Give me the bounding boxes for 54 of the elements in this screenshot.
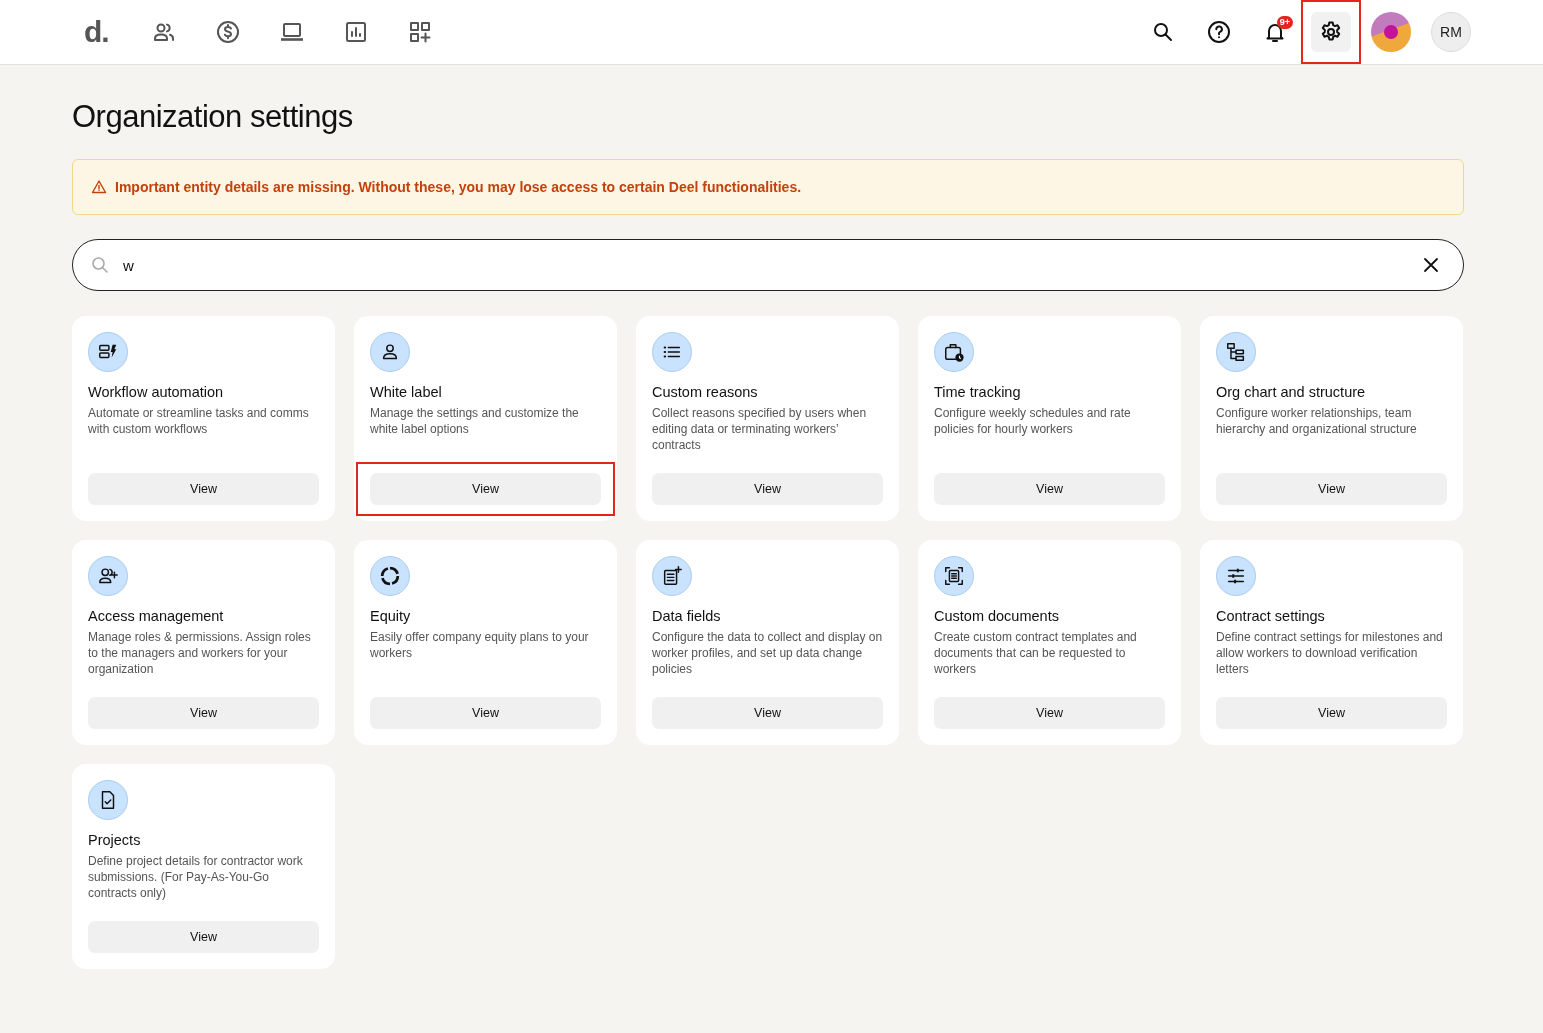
document-scan-icon bbox=[943, 565, 965, 587]
view-button[interactable]: View bbox=[1216, 473, 1447, 505]
ring-icon bbox=[379, 565, 401, 587]
page-title: Organization settings bbox=[72, 99, 354, 135]
view-button[interactable]: View bbox=[934, 697, 1165, 729]
company-logo[interactable] bbox=[1371, 12, 1411, 52]
deel-logo[interactable]: d. bbox=[84, 15, 112, 49]
card-title: White label bbox=[370, 384, 443, 400]
card-description: Automate or streamline tasks and comms with custom workflows bbox=[88, 405, 310, 438]
laptop-icon[interactable] bbox=[280, 20, 304, 44]
card-description: Define contract settings for milestones and allow workers to download verification letters bbox=[1216, 629, 1444, 677]
user-avatar[interactable]: RM bbox=[1431, 12, 1471, 52]
card-description: Manage roles & permissions. Assign roles to the managers and workers for your organization bbox=[88, 629, 312, 677]
apps-add-icon[interactable] bbox=[408, 20, 432, 44]
warning-message: Important entity details are missing. Without these, you may lose access to certain Deel functionalities. bbox=[115, 179, 802, 195]
card-description: Easily offer company equity plans to your workers bbox=[370, 629, 590, 662]
settings-button[interactable] bbox=[1311, 12, 1351, 52]
search-field[interactable]: w bbox=[72, 239, 1464, 291]
card-description: Configure the data to collect and display on worker profiles, and set up data change policies bbox=[652, 629, 883, 677]
view-button[interactable]: View bbox=[370, 473, 601, 505]
card-title: Access management bbox=[88, 608, 225, 624]
card-description: Collect reasons specified by users when editing data or terminating workers’ contracts bbox=[652, 405, 868, 453]
help-icon[interactable] bbox=[1207, 20, 1231, 44]
org-chart-icon bbox=[1225, 341, 1247, 363]
card-title: Projects bbox=[88, 832, 142, 848]
bar-chart-icon[interactable] bbox=[344, 20, 368, 44]
view-button[interactable]: View bbox=[88, 921, 319, 953]
view-button[interactable]: View bbox=[88, 697, 319, 729]
view-button[interactable]: View bbox=[88, 473, 319, 505]
document-add-icon bbox=[661, 565, 683, 587]
card-description: Manage the settings and customize the white label options bbox=[370, 405, 580, 438]
card-description: Configure worker relationships, team hierarchy and organizational structure bbox=[1216, 405, 1418, 438]
card-title: Custom reasons bbox=[652, 384, 759, 400]
notification-badge: 9+ bbox=[1276, 16, 1293, 29]
card-title: Custom documents bbox=[934, 608, 1060, 624]
warning-icon bbox=[91, 179, 107, 195]
card-title: Workflow automation bbox=[88, 384, 225, 400]
card-description: Define project details for contractor work submissions. (For Pay-As-You-Go contracts only) bbox=[88, 853, 304, 901]
view-button[interactable]: View bbox=[652, 473, 883, 505]
view-button[interactable]: View bbox=[652, 697, 883, 729]
card-description: Configure weekly schedules and rate policies for hourly workers bbox=[934, 405, 1132, 438]
card-title: Org chart and structure bbox=[1216, 384, 1367, 400]
clear-icon[interactable] bbox=[1422, 256, 1440, 274]
view-button[interactable]: View bbox=[370, 697, 601, 729]
view-button[interactable]: View bbox=[934, 473, 1165, 505]
view-button[interactable]: View bbox=[1216, 697, 1447, 729]
card-title: Contract settings bbox=[1216, 608, 1326, 624]
dollar-circle-icon[interactable] bbox=[216, 20, 240, 44]
card-description: Create custom contract templates and documents that can be requested to workers bbox=[934, 629, 1138, 677]
briefcase-clock-icon bbox=[943, 341, 965, 363]
search-icon[interactable] bbox=[1151, 20, 1175, 44]
card-title: Time tracking bbox=[934, 384, 1022, 400]
card-title: Equity bbox=[370, 608, 412, 624]
card-title: Data fields bbox=[652, 608, 722, 624]
